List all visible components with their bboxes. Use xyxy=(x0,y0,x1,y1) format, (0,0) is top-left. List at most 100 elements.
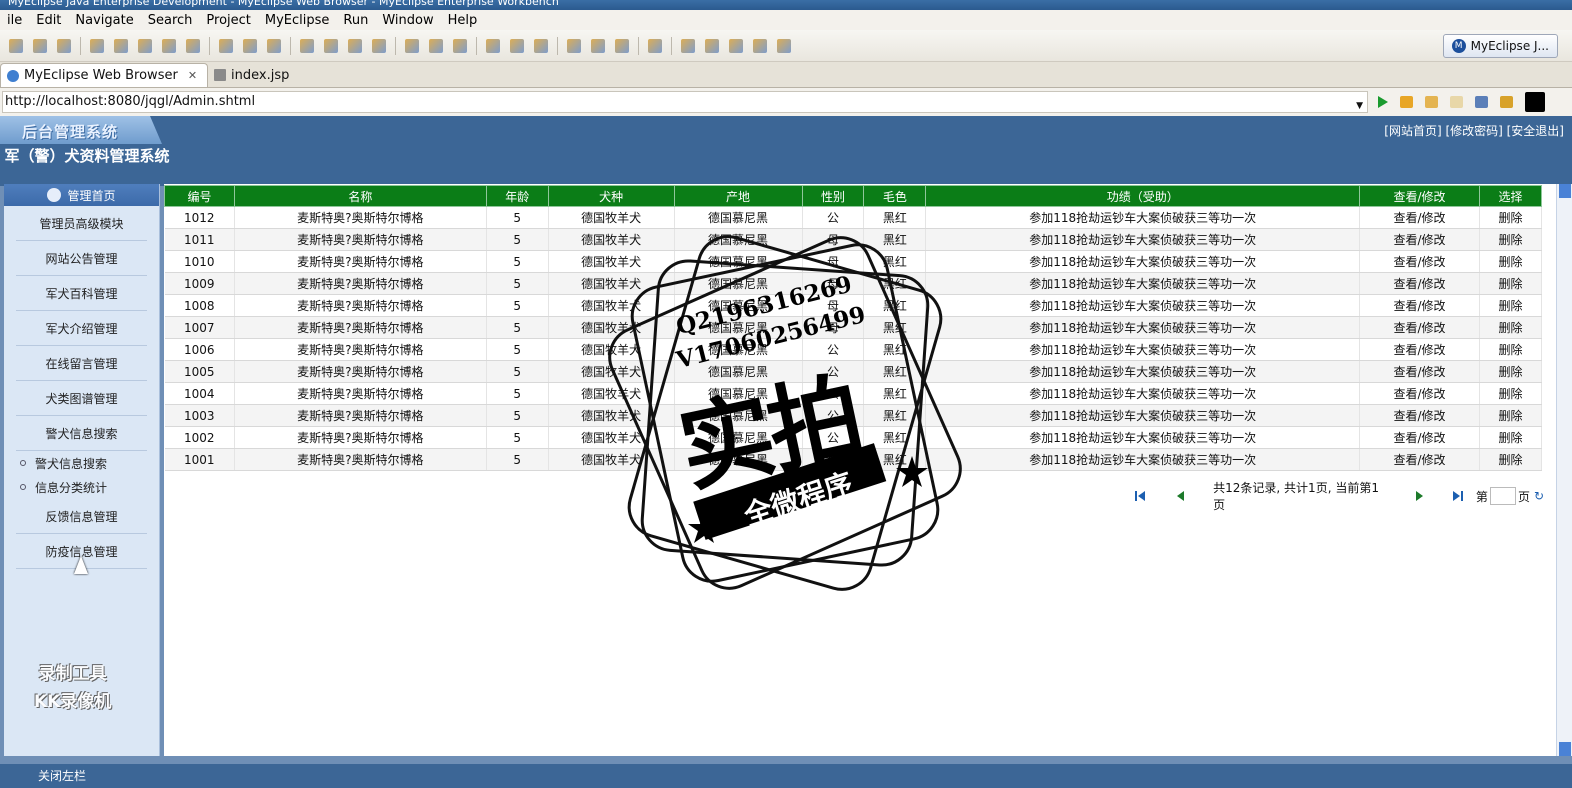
menu-file[interactable]: ile xyxy=(0,13,29,28)
bug-icon[interactable] xyxy=(114,38,128,53)
view-edit-link[interactable]: 查看/修改 xyxy=(1359,228,1480,251)
sidebar-item-feedback[interactable]: 反馈信息管理 xyxy=(16,499,147,534)
tab-index-jsp[interactable]: index.jsp xyxy=(208,63,299,87)
sidebar-item-encyclopedia[interactable]: 军犬百科管理 xyxy=(16,276,147,311)
refresh-icon[interactable] xyxy=(1500,96,1513,108)
forward-icon[interactable] xyxy=(777,38,791,53)
add-icon[interactable] xyxy=(324,38,338,53)
folder-icon[interactable] xyxy=(300,38,314,53)
cell-merit: 参加118抢劫运钞车大案侦破获三等功一次 xyxy=(925,338,1361,361)
prev-page-icon[interactable] xyxy=(1172,490,1190,502)
last-edit-icon[interactable] xyxy=(729,38,743,53)
globe-icon[interactable] xyxy=(267,38,281,53)
view-edit-link[interactable]: 查看/修改 xyxy=(1359,448,1480,471)
class-icon[interactable] xyxy=(486,38,500,53)
delete-link[interactable]: 删除 xyxy=(1479,404,1543,427)
last-page-icon[interactable] xyxy=(1448,490,1466,502)
web-icon[interactable] xyxy=(219,38,233,53)
deploy2-icon[interactable] xyxy=(186,38,200,53)
server-icon[interactable] xyxy=(138,38,152,53)
sidebar-item-intro[interactable]: 军犬介绍管理 xyxy=(16,311,147,346)
view-edit-link[interactable]: 查看/修改 xyxy=(1359,404,1480,427)
search-icon[interactable] xyxy=(648,38,662,53)
delete-link[interactable]: 删除 xyxy=(1479,316,1543,339)
scroll-down-icon[interactable] xyxy=(1559,742,1571,756)
header-links[interactable]: [网站首页] [修改密码] [安全退出] xyxy=(1384,122,1564,139)
camera-icon[interactable] xyxy=(348,38,362,53)
sidebar-item-messages[interactable]: 在线留言管理 xyxy=(16,346,147,381)
view-edit-link[interactable]: 查看/修改 xyxy=(1359,294,1480,317)
print-icon[interactable] xyxy=(57,38,71,53)
go-page-icon[interactable]: ↻ xyxy=(1534,489,1544,503)
page-number-input[interactable] xyxy=(1489,487,1516,505)
sidebar-item-search[interactable]: 警犬信息搜索 xyxy=(16,416,147,451)
back-icon[interactable] xyxy=(1425,96,1438,108)
menu-navigate[interactable]: Navigate xyxy=(68,13,140,28)
cell-merit: 参加118抢劫运钞车大案侦破获三等功一次 xyxy=(925,448,1361,471)
run-icon[interactable] xyxy=(429,38,443,53)
delete-link[interactable]: 删除 xyxy=(1479,228,1543,251)
refresh-icon[interactable] xyxy=(534,38,548,53)
package-explorer-icon[interactable] xyxy=(510,38,524,53)
view-edit-link[interactable]: 查看/修改 xyxy=(1359,338,1480,361)
favorites-icon[interactable] xyxy=(1400,96,1413,108)
menu-myeclipse[interactable]: MyEclipse xyxy=(258,13,337,28)
back-icon[interactable] xyxy=(753,38,767,53)
tab-web-browser[interactable]: MyEclipse Web Browser ✕ xyxy=(0,63,209,87)
url-input[interactable]: http://localhost:8080/jqgl/Admin.shtml ▼ xyxy=(2,91,1368,113)
next-annotation-icon[interactable] xyxy=(681,38,695,53)
package-icon[interactable] xyxy=(90,38,104,53)
view-edit-link[interactable]: 查看/修改 xyxy=(1359,206,1480,229)
prev-annotation-icon[interactable] xyxy=(705,38,719,53)
sidebar-item-notice[interactable]: 网站公告管理 xyxy=(16,241,147,276)
view-edit-link[interactable]: 查看/修改 xyxy=(1359,250,1480,273)
external-browser-icon[interactable] xyxy=(1525,92,1545,112)
view-edit-link[interactable]: 查看/修改 xyxy=(1359,272,1480,295)
first-page-icon[interactable] xyxy=(1134,490,1152,502)
menu-window[interactable]: Window xyxy=(375,13,440,28)
menu-edit[interactable]: Edit xyxy=(29,13,68,28)
new-icon[interactable] xyxy=(9,38,23,53)
close-icon[interactable]: ✕ xyxy=(188,69,197,82)
view-edit-link[interactable]: 查看/修改 xyxy=(1359,360,1480,383)
external-tools-icon[interactable] xyxy=(453,38,467,53)
new-wizard-icon[interactable] xyxy=(372,38,386,53)
save-icon[interactable] xyxy=(33,38,47,53)
delete-link[interactable]: 删除 xyxy=(1479,382,1543,405)
delete-link[interactable]: 删除 xyxy=(1479,250,1543,273)
sidebar-item-admin[interactable]: 管理员高级模块 xyxy=(16,206,147,241)
chevron-down-icon[interactable]: ▼ xyxy=(1356,96,1363,116)
view-edit-link[interactable]: 查看/修改 xyxy=(1359,382,1480,405)
delete-link[interactable]: 删除 xyxy=(1479,426,1543,449)
open-type-icon[interactable] xyxy=(567,38,581,53)
sidebar-item-gallery[interactable]: 犬类图谱管理 xyxy=(16,381,147,416)
debug-icon[interactable] xyxy=(405,38,419,53)
pin-icon[interactable] xyxy=(591,38,605,53)
delete-link[interactable]: 删除 xyxy=(1479,448,1543,471)
vertical-scrollbar[interactable] xyxy=(1556,184,1572,756)
menu-help[interactable]: Help xyxy=(441,13,485,28)
jsp-icon[interactable] xyxy=(243,38,257,53)
menu-run[interactable]: Run xyxy=(336,13,375,28)
sidebar-subitem-search[interactable]: 警犬信息搜索 xyxy=(16,451,147,475)
next-page-icon[interactable] xyxy=(1411,490,1429,502)
close-sidebar-link[interactable]: 关闭左栏 xyxy=(38,769,86,783)
sidebar-subitem-stats[interactable]: 信息分类统计 xyxy=(16,475,147,499)
delete-link[interactable]: 删除 xyxy=(1479,272,1543,295)
view-edit-link[interactable]: 查看/修改 xyxy=(1359,426,1480,449)
go-icon[interactable] xyxy=(1378,96,1388,108)
scroll-up-icon[interactable] xyxy=(1559,184,1571,198)
menu-project[interactable]: Project xyxy=(199,13,257,28)
delete-link[interactable]: 删除 xyxy=(1479,294,1543,317)
stop-icon[interactable] xyxy=(1475,96,1488,108)
sidebar-home[interactable]: 管理首页 xyxy=(4,184,159,206)
deploy-icon[interactable] xyxy=(162,38,176,53)
forward-icon[interactable] xyxy=(1450,96,1463,108)
view-edit-link[interactable]: 查看/修改 xyxy=(1359,316,1480,339)
open-folder-icon[interactable] xyxy=(615,38,629,53)
delete-link[interactable]: 删除 xyxy=(1479,360,1543,383)
perspective-button[interactable]: M MyEclipse J... xyxy=(1442,34,1558,58)
delete-link[interactable]: 删除 xyxy=(1479,338,1543,361)
delete-link[interactable]: 删除 xyxy=(1479,206,1543,229)
menu-search[interactable]: Search xyxy=(141,13,200,28)
